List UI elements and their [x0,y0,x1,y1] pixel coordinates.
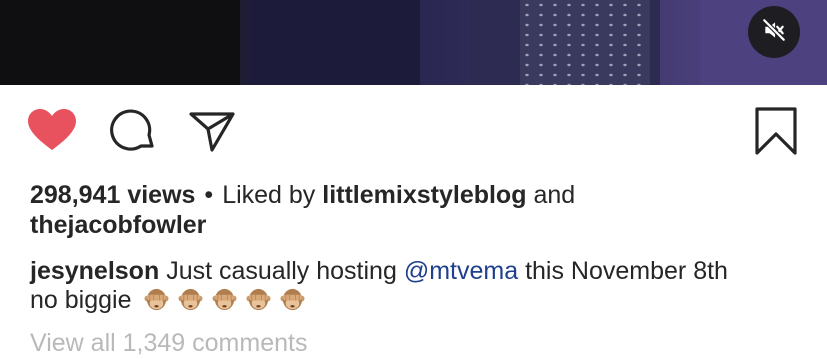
see-no-evil-monkey-emoji [178,287,203,312]
comment-icon [108,108,156,159]
liked-by-label: Liked by [222,181,316,209]
views-likes-line: 298,941 views • Liked by littlemixstyleblo… [30,180,575,211]
video-frame-building [0,0,240,85]
speaker-muted-icon [761,17,787,48]
liked-by-user-link[interactable]: littlemixstyleblog [322,181,526,209]
caption-text: this November 8th [525,257,728,285]
video-player[interactable] [0,0,827,85]
like-button[interactable] [26,108,78,156]
see-no-evil-monkey-emoji [144,287,169,312]
view-all-comments-link[interactable]: View all 1,349 comments [30,328,307,359]
see-no-evil-monkey-emoji [246,287,271,312]
liked-by-and: and [533,181,576,209]
post-action-bar [0,85,827,180]
heart-icon [27,108,77,157]
caption: jesynelson Just casually hosting @mtvema… [30,256,728,287]
liked-by-user-link[interactable]: thejacobfowler [30,211,206,239]
caption-mention-link[interactable]: @mtvema [404,257,518,285]
caption-continued: no biggie [30,285,305,316]
paper-plane-icon [188,109,236,158]
separator-dot: • [204,181,214,209]
caption-username-link[interactable]: jesynelson [30,257,159,285]
bookmark-icon [754,106,798,161]
views-likes-line-continued: thejacobfowler [30,210,206,241]
caption-text: no biggie [30,286,132,314]
save-button[interactable] [752,106,800,161]
caption-text: Just casually hosting [166,257,397,285]
comment-button[interactable] [106,108,158,159]
mute-button[interactable] [748,6,800,58]
video-frame-building [250,0,420,85]
see-no-evil-monkey-emoji [280,287,305,312]
views-count[interactable]: 298,941 views [30,181,195,209]
emoji-group [144,287,305,312]
video-frame-building [520,0,650,85]
see-no-evil-monkey-emoji [212,287,237,312]
share-button[interactable] [186,109,238,157]
